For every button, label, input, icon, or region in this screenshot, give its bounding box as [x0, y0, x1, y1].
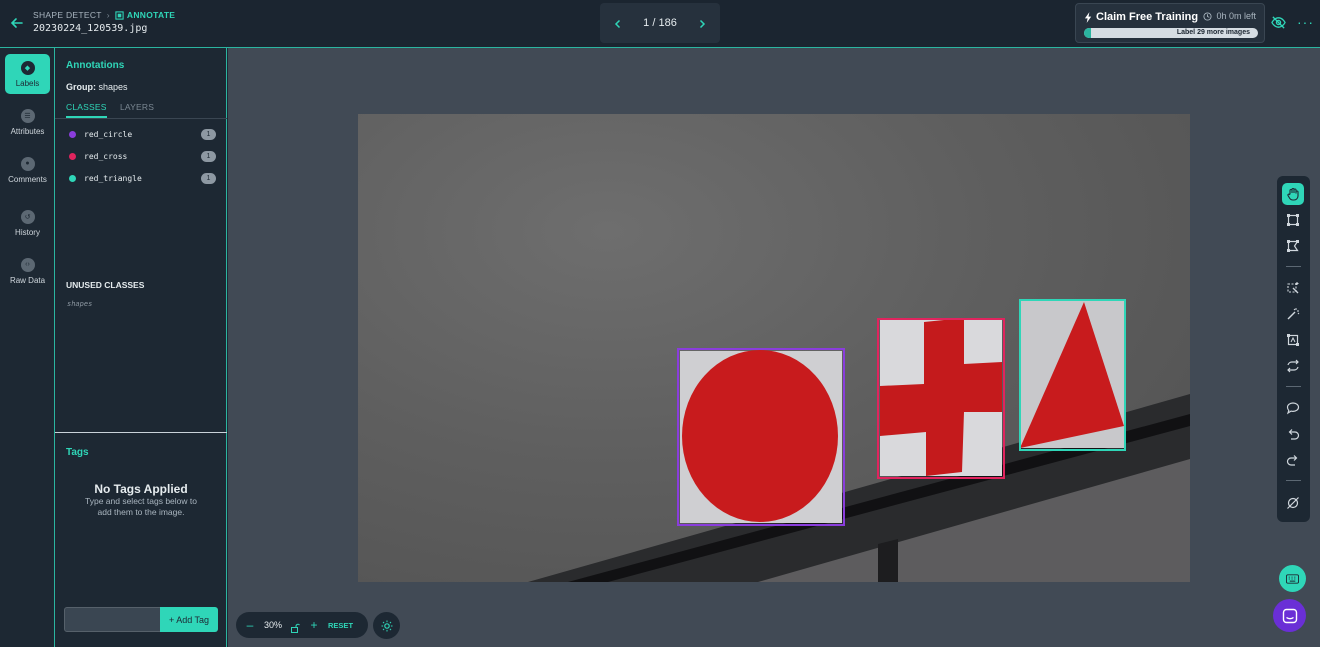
hide-labels-icon[interactable] [1282, 492, 1304, 514]
rail-comments-label: Comments [8, 174, 47, 184]
bbox-red-cross[interactable] [877, 318, 1005, 479]
pan-hand-icon[interactable] [1282, 183, 1304, 205]
annotations-panel: Annotations Group: shapes CLASSES LAYERS… [55, 48, 227, 647]
promo-time: 0h 0m left [1203, 11, 1256, 21]
group-label: Group: [66, 82, 96, 92]
free-training-card[interactable]: Claim Free Training 0h 0m left Label 29 … [1075, 3, 1265, 43]
zoom-controls: – 30% + RESET [236, 612, 368, 638]
class-row-red-cross[interactable]: red_cross 1 [66, 148, 216, 164]
redo-icon[interactable] [1282, 449, 1304, 471]
rail-labels[interactable]: ◆ Labels [5, 54, 50, 94]
class-count-badge: 1 [201, 150, 216, 162]
hide-annotations-icon[interactable] [1271, 15, 1286, 30]
polygon-icon[interactable] [1282, 235, 1304, 257]
panel-divider [55, 432, 227, 433]
left-rail: ◆ Labels ☰ Attributes ● Comments ↺ Histo… [0, 48, 55, 647]
back-arrow-icon[interactable] [8, 14, 26, 32]
repeat-icon[interactable] [1282, 355, 1304, 377]
class-name: red_circle [84, 129, 133, 139]
class-count-badge: 1 [201, 172, 216, 184]
toolbar-separator [1286, 386, 1301, 387]
brightness-icon[interactable] [373, 612, 400, 639]
breadcrumb: SHAPE DETECT › ANNOTATE [33, 10, 175, 20]
magic-wand-icon[interactable] [1282, 303, 1304, 325]
class-color-dot [69, 130, 76, 138]
list-icon: ☰ [20, 108, 35, 123]
breadcrumb-annotate: ANNOTATE [115, 10, 175, 20]
rail-labels-label: Labels [15, 78, 40, 88]
rail-attributes[interactable]: ☰ Attributes [5, 102, 50, 142]
class-count-badge: 1 [201, 128, 216, 140]
group-value: shapes [98, 82, 128, 92]
class-name: red_triangle [84, 173, 142, 183]
no-tags-help: Type and select tags below to add them t… [85, 496, 197, 517]
clock-icon [1203, 11, 1213, 21]
promo-progress-fill [1084, 28, 1091, 38]
breadcrumb-separator-icon: › [106, 10, 110, 20]
promo-title: Claim Free Training [1084, 11, 1198, 23]
toolbar-separator [1286, 266, 1301, 267]
more-options-icon[interactable]: ··· [1297, 14, 1314, 30]
lightning-icon [1084, 11, 1092, 23]
panel-tabs: CLASSES LAYERS [55, 100, 227, 119]
history-icon: ↺ [20, 209, 35, 224]
rail-comments[interactable]: ● Comments [5, 150, 50, 190]
rail-attributes-label: Attributes [10, 126, 45, 136]
zoom-level: 30% [264, 620, 283, 630]
annotate-icon [115, 10, 124, 20]
unlock-icon[interactable] [290, 620, 300, 633]
support-chat-icon[interactable] [1273, 599, 1306, 632]
rail-raw-data-label: Raw Data [9, 275, 46, 285]
image-pager: 1 / 186 [600, 3, 720, 43]
image-photo [358, 114, 1190, 582]
no-tags-title: No Tags Applied [94, 482, 188, 496]
rail-history[interactable]: ↺ History [5, 203, 50, 243]
unused-class-item[interactable]: shapes [67, 300, 92, 308]
panel-title: Annotations [66, 60, 125, 71]
code-icon: ‹› [20, 257, 35, 272]
unused-classes-title: UNUSED CLASSES [66, 280, 145, 290]
breadcrumb-project[interactable]: SHAPE DETECT [33, 10, 102, 20]
bbox-red-triangle[interactable] [1019, 299, 1126, 451]
tool-bar [1277, 176, 1310, 522]
breadcrumb-annotate-label: ANNOTATE [126, 10, 176, 20]
tab-classes[interactable]: CLASSES [66, 102, 107, 118]
pager-count: 1 / 186 [643, 17, 677, 29]
class-row-red-circle[interactable]: red_circle 1 [66, 126, 216, 142]
smart-select-icon[interactable] [1282, 277, 1304, 299]
rail-history-label: History [15, 227, 40, 237]
bounding-box-icon[interactable] [1282, 209, 1304, 231]
keyboard-shortcuts-icon[interactable] [1279, 565, 1306, 592]
promo-progress-bar: Label 29 more images [1084, 28, 1258, 38]
tags-title: Tags [66, 447, 89, 458]
tag-input[interactable] [64, 607, 161, 632]
tab-layers[interactable]: LAYERS [120, 102, 154, 116]
next-image-button[interactable] [696, 17, 708, 29]
class-row-red-triangle[interactable]: red_triangle 1 [66, 170, 216, 186]
rail-raw-data[interactable]: ‹› Raw Data [5, 251, 50, 291]
bbox-red-circle[interactable] [677, 348, 845, 526]
prev-image-button[interactable] [612, 17, 624, 29]
class-color-dot [69, 152, 76, 160]
zoom-reset-button[interactable]: RESET [328, 621, 353, 630]
promo-time-text: 0h 0m left [1216, 11, 1256, 21]
annotation-canvas[interactable] [228, 48, 1320, 647]
class-name: red_cross [84, 151, 128, 161]
auto-annotate-icon[interactable] [1282, 329, 1304, 351]
promo-title-text: Claim Free Training [1096, 11, 1199, 23]
class-color-dot [69, 174, 76, 182]
group-info: Group: shapes [66, 82, 128, 92]
comment-tool-icon[interactable] [1282, 397, 1304, 419]
zoom-in-button[interactable]: + [308, 618, 320, 632]
zoom-out-button[interactable]: – [244, 618, 256, 632]
comment-icon: ● [20, 156, 35, 171]
toolbar-separator [1286, 480, 1301, 481]
top-bar: SHAPE DETECT › ANNOTATE 20230224_120539.… [0, 0, 1320, 48]
tag-icon: ◆ [20, 60, 35, 75]
undo-icon[interactable] [1282, 423, 1304, 445]
image-filename: 20230224_120539.jpg [33, 23, 148, 34]
promo-progress-text: Label 29 more images [1176, 29, 1250, 36]
add-tag-button[interactable]: + Add Tag [160, 607, 218, 632]
